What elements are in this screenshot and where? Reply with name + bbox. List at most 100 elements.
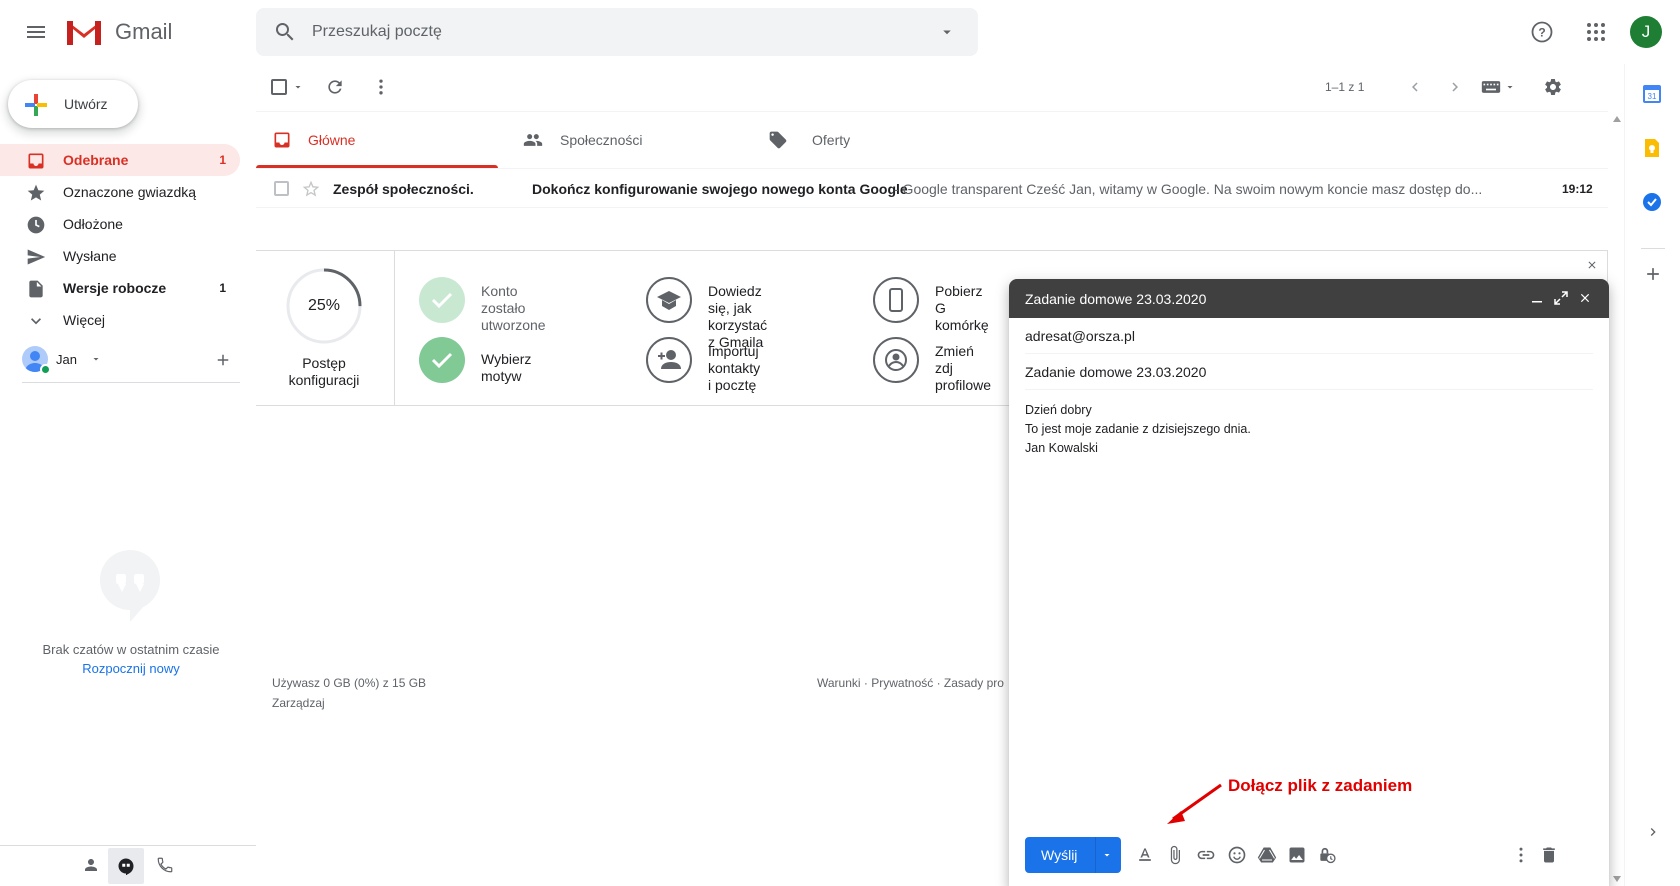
tab-social[interactable]: Społeczności (498, 112, 740, 168)
divider (1641, 248, 1665, 249)
account-avatar[interactable]: J (1630, 16, 1662, 48)
sidebar-item-sent[interactable]: Wysłane (0, 240, 240, 272)
send-button[interactable]: Wyślij (1025, 837, 1121, 873)
sidebar-item-label: Oznaczone gwiazdką (63, 184, 197, 200)
phone-icon[interactable] (156, 856, 174, 874)
minimize-icon[interactable] (1531, 292, 1543, 304)
compose-window: Zadanie domowe 23.03.2020 adresat@orsza.… (1009, 279, 1609, 886)
star-outline-icon[interactable] (301, 179, 321, 199)
refresh-icon[interactable] (325, 77, 345, 97)
email-subject: Dokończ konfigurowanie swojego nowego ko… (532, 181, 908, 197)
sidebar-item-drafts[interactable]: Wersje robocze 1 (0, 272, 240, 304)
select-dropdown-icon[interactable] (292, 81, 304, 93)
keep-icon[interactable] (1642, 138, 1662, 158)
calendar-icon[interactable]: 31 (1642, 84, 1662, 104)
send-label: Wyślij (1041, 847, 1078, 863)
add-addon-plus-icon[interactable] (1643, 264, 1663, 284)
scroll-down-icon[interactable] (1613, 876, 1621, 882)
tag-icon (768, 130, 788, 150)
search-bar[interactable]: Przeszukaj pocztę (256, 8, 978, 56)
row-checkbox[interactable] (274, 181, 289, 196)
annotation-arrow (1163, 779, 1227, 829)
more-vert-icon[interactable] (371, 77, 391, 97)
settings-gear-icon[interactable] (1543, 77, 1563, 97)
draft-count: 1 (219, 281, 226, 295)
tab-promotions[interactable]: Oferty (740, 112, 982, 168)
chevron-right-icon[interactable] (1645, 824, 1661, 840)
status-dropdown-icon[interactable] (90, 353, 102, 365)
hangouts-icon (117, 857, 135, 875)
send-options-dropdown-icon[interactable] (1101, 849, 1113, 861)
more-options-icon[interactable] (1511, 845, 1531, 865)
manage-storage-link[interactable]: Zarządzaj (272, 696, 325, 710)
chevron-left-icon[interactable] (1406, 78, 1424, 96)
tab-primary[interactable]: Główne (256, 112, 498, 168)
sidebar-item-label: Odebrane (63, 152, 129, 168)
tab-label: Społeczności (560, 132, 643, 148)
divider (1095, 837, 1096, 873)
inbox-icon (272, 130, 292, 150)
progress-percent: 25% (307, 297, 341, 314)
inbox-icon (26, 151, 46, 171)
sidebar-item-label: Więcej (63, 312, 106, 328)
online-status-dot (40, 364, 51, 375)
recipients-field[interactable]: adresat@orsza.pl (1025, 318, 1593, 354)
tasks-icon[interactable] (1642, 192, 1662, 212)
people-icon (522, 130, 544, 150)
text-format-icon[interactable] (1135, 845, 1155, 865)
clock-icon (26, 215, 46, 235)
search-options-dropdown-icon[interactable] (938, 23, 956, 41)
drive-icon[interactable] (1257, 845, 1277, 865)
keyboard-icon[interactable] (1481, 79, 1501, 95)
compose-button[interactable]: Utwórz (8, 80, 138, 128)
confidential-mode-icon[interactable] (1317, 845, 1337, 865)
sidebar-item-starred[interactable]: Oznaczone gwiazdką (0, 176, 240, 208)
progress-ring: 25% (285, 267, 363, 345)
check-icon (419, 277, 465, 323)
sidebar-item-inbox[interactable]: Odebrane 1 (0, 144, 240, 176)
hangouts-tab[interactable] (108, 848, 144, 884)
sidebar-item-more[interactable]: Więcej (0, 304, 240, 336)
emoji-icon[interactable] (1227, 845, 1247, 865)
link-icon[interactable] (1196, 845, 1216, 865)
scrollbar[interactable] (1610, 112, 1624, 886)
gmail-wordmark: Gmail (115, 19, 173, 44)
chevron-right-icon[interactable] (1446, 78, 1464, 96)
sidebar-item-snoozed[interactable]: Odłożone (0, 208, 240, 240)
discard-draft-trash-icon[interactable] (1539, 845, 1559, 865)
setup-item-text: i pocztę (708, 377, 757, 393)
close-icon[interactable] (1578, 291, 1592, 305)
attach-file-icon[interactable] (1165, 845, 1185, 865)
contacts-person-icon[interactable] (82, 856, 100, 874)
gmail-logo[interactable] (64, 17, 104, 47)
setup-item-text: Konto zostało (481, 283, 526, 316)
footer-links[interactable]: Warunki · Prywatność · Zasady pro (817, 676, 1004, 690)
main-menu-icon[interactable] (20, 16, 52, 48)
message-body[interactable]: Dzień dobry To jest moje zadanie z dzisi… (1025, 401, 1593, 821)
insert-photo-icon[interactable] (1287, 845, 1307, 865)
divider (394, 251, 395, 405)
new-chat-plus-icon[interactable] (214, 351, 232, 369)
check-icon (419, 337, 465, 383)
svg-text:31: 31 (1648, 92, 1657, 101)
close-icon[interactable] (1586, 259, 1598, 271)
start-chat-link[interactable]: Rozpocznij nowy (0, 661, 262, 676)
search-icon[interactable] (273, 20, 297, 44)
apps-grid-icon[interactable] (1582, 18, 1610, 46)
select-all-checkbox[interactable] (271, 79, 287, 95)
expand-icon[interactable] (1554, 291, 1568, 305)
compose-header[interactable]: Zadanie domowe 23.03.2020 (1009, 279, 1609, 318)
scroll-up-icon[interactable] (1613, 116, 1621, 122)
table-row[interactable]: Zespół społeczności. Dokończ konfigurowa… (256, 168, 1608, 208)
search-input[interactable]: Przeszukaj pocztę (312, 23, 442, 41)
setup-item-text: Dowiedz się, jak (708, 283, 762, 316)
help-icon[interactable]: ? (1528, 18, 1556, 46)
input-tools-dropdown-icon[interactable] (1504, 81, 1516, 93)
compose-title: Zadanie domowe 23.03.2020 (1025, 291, 1207, 307)
storage-usage: Używasz 0 GB (0%) z 15 GB (272, 676, 427, 690)
hangouts-user-name[interactable]: Jan (56, 352, 77, 367)
setup-item-text: komórkę (935, 317, 989, 333)
subject-field[interactable]: Zadanie domowe 23.03.2020 (1025, 354, 1593, 390)
divider (0, 845, 256, 846)
chevron-down-icon (26, 311, 46, 331)
